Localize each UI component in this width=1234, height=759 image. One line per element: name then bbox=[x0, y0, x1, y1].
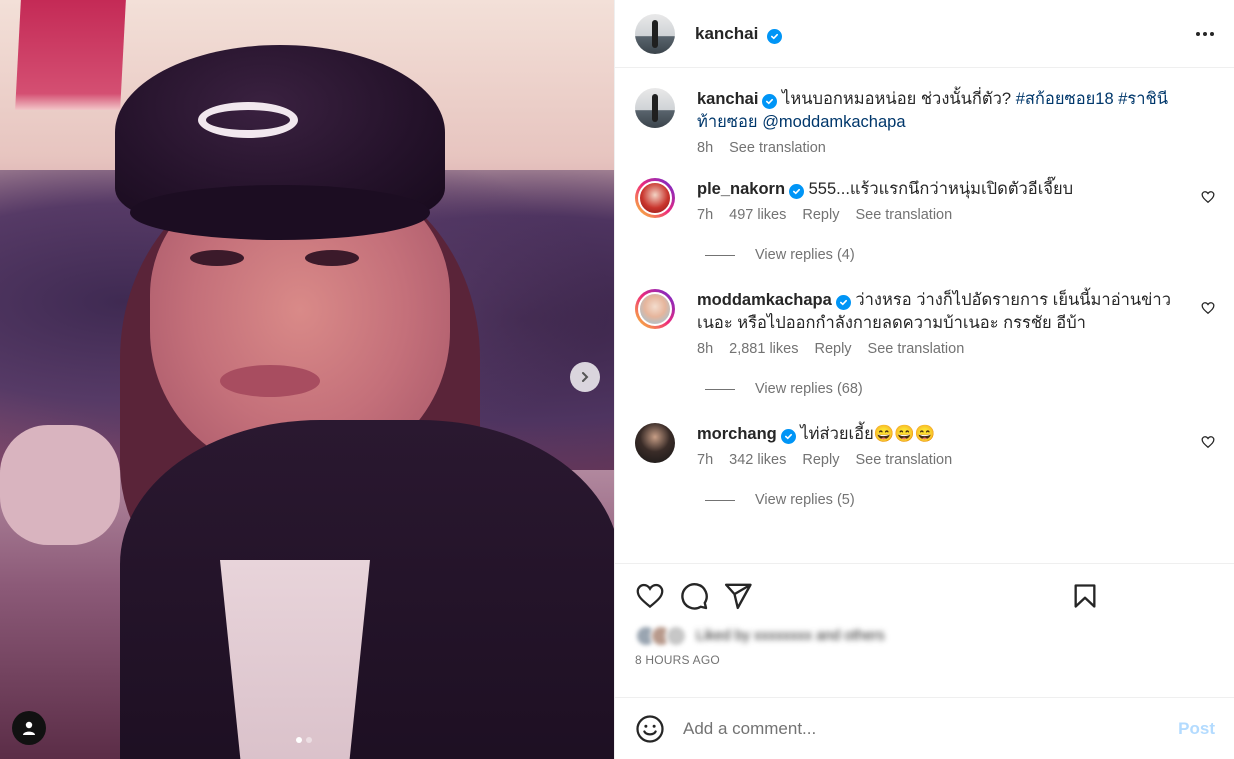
user-tag-icon bbox=[23, 721, 35, 735]
photo-red-sign bbox=[15, 0, 126, 110]
comment-time[interactable]: 8h bbox=[697, 341, 713, 357]
liked-by-row[interactable]: Liked by xxxxxxxx and others bbox=[635, 625, 1215, 647]
view-replies-button[interactable]: View replies (68) bbox=[705, 381, 1215, 397]
verified-badge-icon bbox=[780, 429, 796, 444]
comment-input[interactable] bbox=[683, 718, 1179, 739]
photo-lips bbox=[220, 365, 320, 397]
see-translation-link[interactable]: See translation bbox=[729, 140, 826, 156]
carousel-dot-active bbox=[296, 737, 302, 743]
comment-button[interactable] bbox=[679, 581, 709, 611]
photo-jacket bbox=[120, 420, 614, 759]
comment-item: ple_nakorn 555...แร้วแรกนึกว่าหนุ่มเปิดต… bbox=[635, 178, 1215, 223]
comment-item: moddamkachapa ว่างหรอ ว่างก็ไปอัดรายการ … bbox=[635, 289, 1215, 357]
liked-by-avatars bbox=[635, 625, 687, 647]
comment-text: 555...แร้วแรกนึกว่าหนุ่มเปิดตัวอีเจี๊ยบ bbox=[808, 180, 1074, 198]
comment-time[interactable]: 7h bbox=[697, 207, 713, 223]
caption: kanchai ไหนบอกหมอหน่อย ช่วงนั้นกี่ตัว? #… bbox=[635, 88, 1215, 156]
post-comment-button[interactable]: Post bbox=[1178, 719, 1215, 739]
view-replies-button[interactable]: View replies (5) bbox=[705, 492, 1215, 508]
like-button[interactable] bbox=[635, 581, 665, 611]
comment-item: morchang ไท่ส่วยเอี้ย😄😄😄 7h 342 likes Re… bbox=[635, 423, 1215, 468]
caption-username[interactable]: kanchai bbox=[697, 90, 758, 108]
view-replies-label: View replies (5) bbox=[755, 492, 855, 508]
post-timestamp[interactable]: 8 HOURS AGO bbox=[635, 653, 1215, 667]
comment-username[interactable]: ple_nakorn bbox=[697, 180, 785, 198]
carousel-indicator bbox=[296, 737, 312, 743]
post-actions: Liked by xxxxxxxx and others 8 HOURS AGO bbox=[615, 563, 1234, 667]
reply-button[interactable]: Reply bbox=[802, 207, 839, 223]
comment-like-button[interactable] bbox=[1201, 190, 1215, 209]
reply-button[interactable]: Reply bbox=[814, 341, 851, 357]
photo-left-eye bbox=[190, 250, 244, 266]
liked-by-text: Liked by xxxxxxxx and others bbox=[696, 628, 885, 644]
view-replies-label: View replies (4) bbox=[755, 247, 855, 263]
view-replies-label: View replies (68) bbox=[755, 381, 863, 397]
post-header: kanchai bbox=[615, 0, 1234, 68]
emoji-icon bbox=[636, 714, 664, 743]
author-name-block: kanchai bbox=[695, 24, 782, 44]
commenter-avatar[interactable] bbox=[635, 423, 675, 463]
author-username[interactable]: kanchai bbox=[695, 24, 758, 43]
comments-section[interactable]: kanchai ไหนบอกหมอหน่อย ช่วงนั้นกี่ตัว? #… bbox=[615, 68, 1234, 563]
commenter-avatar[interactable] bbox=[635, 178, 675, 218]
caption-time[interactable]: 8h bbox=[697, 140, 713, 156]
post-details-panel: kanchai kanchai ไหนบอกหมอหน่อย ช่วงนั้นก… bbox=[614, 0, 1234, 759]
carousel-dot bbox=[306, 737, 312, 743]
comment-likes[interactable]: 2,881 likes bbox=[729, 341, 798, 357]
heart-icon bbox=[1201, 191, 1215, 204]
verified-badge-icon bbox=[762, 94, 778, 109]
photo-right-eye bbox=[305, 250, 359, 266]
chevron-right-icon bbox=[582, 372, 589, 382]
next-image-button[interactable] bbox=[570, 362, 600, 392]
photo-cap-logo bbox=[198, 102, 298, 138]
see-translation-link[interactable]: See translation bbox=[855, 452, 952, 468]
comment-like-button[interactable] bbox=[1201, 435, 1215, 454]
commenter-avatar[interactable] bbox=[635, 289, 675, 329]
comment-text: ไท่ส่วยเอี้ย😄😄😄 bbox=[800, 425, 936, 443]
more-options-button[interactable] bbox=[1196, 31, 1214, 36]
comment-username[interactable]: morchang bbox=[697, 425, 777, 443]
photo-hand bbox=[0, 425, 120, 545]
mention-link[interactable]: @moddamkachapa bbox=[762, 113, 905, 131]
comment-time[interactable]: 7h bbox=[697, 452, 713, 468]
post-photo[interactable] bbox=[0, 0, 614, 759]
save-button[interactable] bbox=[1071, 582, 1099, 610]
caption-author-avatar[interactable] bbox=[635, 88, 675, 128]
verified-badge-icon bbox=[766, 28, 782, 44]
comment-like-button[interactable] bbox=[1201, 301, 1215, 320]
comment-icon bbox=[681, 583, 708, 610]
comment-username[interactable]: moddamkachapa bbox=[697, 291, 832, 309]
view-replies-button[interactable]: View replies (4) bbox=[705, 247, 1215, 263]
bookmark-icon bbox=[1074, 584, 1096, 608]
reply-button[interactable]: Reply bbox=[802, 452, 839, 468]
paper-plane-icon bbox=[724, 583, 752, 610]
see-translation-link[interactable]: See translation bbox=[855, 207, 952, 223]
tagged-users-button[interactable] bbox=[12, 711, 46, 745]
see-translation-link[interactable]: See translation bbox=[868, 341, 965, 357]
hashtag-link[interactable]: #สก้อยซอย18 bbox=[1016, 90, 1114, 108]
verified-badge-icon bbox=[789, 184, 805, 199]
photo-shirt bbox=[220, 560, 370, 759]
comment-likes[interactable]: 497 likes bbox=[729, 207, 786, 223]
author-avatar[interactable] bbox=[635, 13, 675, 54]
caption-text: ไหนบอกหมอหน่อย ช่วงนั้นกี่ตัว? bbox=[782, 90, 1012, 108]
comment-likes[interactable]: 342 likes bbox=[729, 452, 786, 468]
verified-badge-icon bbox=[835, 295, 851, 310]
add-comment-bar: Post bbox=[615, 697, 1234, 759]
heart-icon bbox=[636, 583, 664, 609]
share-button[interactable] bbox=[723, 581, 753, 611]
heart-icon bbox=[1201, 302, 1215, 315]
more-horizontal-icon bbox=[1196, 31, 1200, 36]
photo-cap-brim bbox=[130, 185, 430, 240]
heart-icon bbox=[1201, 436, 1215, 449]
emoji-button[interactable] bbox=[635, 714, 665, 744]
